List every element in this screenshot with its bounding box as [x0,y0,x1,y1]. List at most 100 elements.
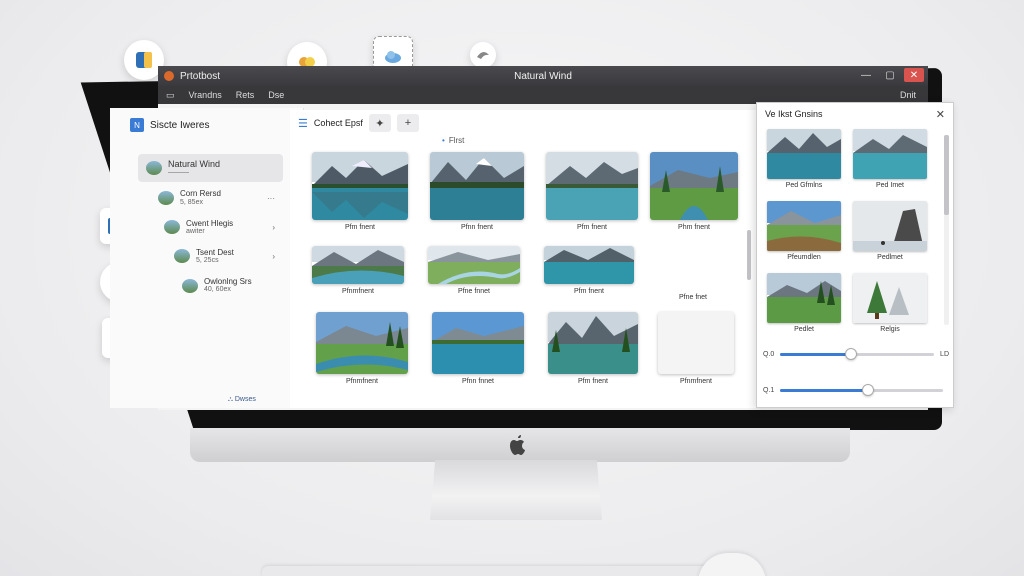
panel-scrollbar[interactable] [944,135,949,325]
photo-tile[interactable]: Pfm fnent [546,152,638,231]
panel-close-button[interactable]: ✕ [936,108,945,121]
title-bar[interactable]: Prtotbost Natural Wind — ▢ ✕ [158,66,928,86]
sidebar-item-label: Tsent Dest [196,247,234,257]
slider-fill [780,389,869,392]
panel-thumb[interactable]: Ped Imet [853,129,927,189]
finder-glyph-icon [136,52,152,68]
panel-thumb[interactable]: Relgis [853,273,927,333]
monitor-stand [430,460,602,520]
thumb-caption: Relgis [880,326,900,333]
photo-caption: Pfne fnet [678,294,708,301]
photo-image [312,246,404,284]
slider-2[interactable] [780,384,943,396]
keyboard [262,566,722,576]
menu-item-2[interactable]: Dse [268,90,284,100]
thumb-image [853,129,927,179]
chevron-right-icon[interactable]: › [272,223,275,232]
photo-image [548,312,638,374]
slider-min-label: Q.0 [763,351,775,358]
photo-caption: Pfnmfnent [680,378,712,385]
photo-caption: Pfnmfnent [346,378,378,385]
scrollbar-thumb[interactable] [747,230,751,280]
close-button[interactable]: ✕ [904,68,924,82]
photo-caption: Pfnn fnent [461,224,493,231]
sidebar-item-3[interactable]: Tsent Dest 5, 25cs › [166,243,283,270]
minimize-button[interactable]: — [856,68,876,82]
bird-app-icon[interactable] [470,42,496,68]
photo-image [544,246,634,284]
collection-label[interactable]: Cohect Epsf [314,118,363,128]
photo-caption: Pfm fnent [574,288,604,295]
album-thumb [158,191,174,205]
list-icon[interactable]: ☰ [298,117,308,130]
photo-caption: Pfne fnnet [458,288,490,295]
sparkle-button[interactable]: ✦ [368,114,391,132]
sidebar-footer-label: Dwses [234,396,256,403]
sidebar-footer[interactable]: ⛬ Dwses [228,396,256,404]
thumb-image [767,273,841,323]
bird-glyph-icon [477,51,489,59]
content-scrollbar[interactable] [746,150,752,404]
photo-tile[interactable]: Pfnn fnnet [432,312,524,385]
sidebar-item-2[interactable]: Cwent Hlegis awiter › [156,214,283,241]
thumb-image [853,201,927,251]
photo-image [312,152,408,220]
more-icon[interactable]: ··· [267,194,275,203]
add-button[interactable]: + [396,114,419,132]
menu-item-1[interactable]: Rets [236,90,255,100]
chevron-right-icon[interactable]: › [272,252,275,261]
thumb-caption: Ped Imet [875,182,904,189]
photo-tile[interactable]: Pfnmfnent [312,246,404,295]
menu-item-0[interactable]: Vrandns [189,90,222,100]
sidebar-item-4[interactable]: Owlonlng Srs 40, 60ex [174,272,283,299]
thumb-caption: Pedlet [794,326,814,333]
photo-tile[interactable]: Pfnn fnent [430,152,524,231]
sidebar-item-label: Natural Wind [168,159,221,169]
photo-placeholder [658,312,734,374]
sidebar-item-1[interactable]: Corn Rersd 5, 85ex ··· [150,184,283,211]
photo-caption: Pfnn fnnet [462,378,494,385]
menu-item-right[interactable]: Dnit [900,90,916,100]
thumb-image [767,129,841,179]
photo-caption: Pfnmfnent [342,288,374,295]
slider-row-2: Q.1 [763,384,949,396]
sidebar-item-sub: 5, 25cs [196,257,219,265]
mouse [698,553,766,576]
panel-thumb[interactable]: Pedlmet [853,201,927,261]
slider-1[interactable] [780,348,935,360]
filter-dot-icon: • [442,136,445,145]
photo-tile[interactable]: Pfm fnent [548,312,638,385]
panel-scrollbar-thumb[interactable] [944,135,949,215]
slider-knob[interactable] [845,348,858,360]
thumb-image [767,201,841,251]
photo-tile[interactable]: Pfne fnet [648,290,738,301]
folder-icon[interactable]: ▭ [166,90,175,101]
panel-thumb[interactable]: Pedlet [767,273,841,333]
photo-tile[interactable]: Pfnmfnent [316,312,408,385]
photo-tile[interactable]: Phm fnent [650,152,738,231]
sidebar-badge: N [130,118,144,132]
sidebar-item-sub: ——— [168,169,189,177]
panel-thumb[interactable]: Ped Gfmlns [767,129,841,189]
photo-tile[interactable]: Pfm fnent [312,152,408,231]
maximize-button[interactable]: ▢ [880,68,900,82]
slider-max-label: LD [940,351,949,358]
sidebar-header[interactable]: N Siscte Iweres ‹ [110,108,303,140]
filter-row[interactable]: • Flrst [290,136,756,150]
slider-min-label: Q.1 [763,387,775,394]
sidebar-item-natural-wind[interactable]: Natural Wind ——— [138,154,283,183]
panel-thumb[interactable]: Pfeumdlen [767,201,841,261]
sidebar-item-sub: 5, 85ex [180,198,203,206]
album-thumb [182,278,198,293]
sidebar-item-sub: 40, 60ex [204,286,231,294]
slider-knob[interactable] [862,384,875,396]
sidebar: N Siscte Iweres ‹ Natural Wind——— Corn R… [110,108,304,408]
thumb-caption: Pedlmet [877,254,903,261]
photo-tile[interactable]: Pfnmfnent [658,312,734,385]
sidebar-title: Siscte Iweres [150,119,210,131]
photo-image [650,152,738,220]
photo-tile[interactable]: Pfne fnnet [428,246,520,295]
apple-logo-icon [510,435,525,455]
photo-caption: Pfm fnent [577,224,607,231]
photo-tile[interactable]: Pfm fnent [544,246,634,295]
